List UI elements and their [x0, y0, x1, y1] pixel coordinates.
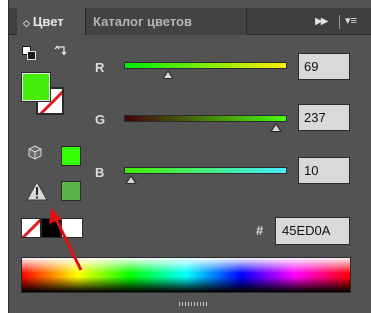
tab-color-label: Цвет — [32, 14, 64, 29]
r-value-field[interactable]: 69 — [298, 53, 350, 80]
g-slider-track[interactable] — [124, 115, 287, 122]
r-slider-thumb[interactable] — [162, 70, 174, 79]
channel-label-r: R — [95, 60, 105, 75]
channel-label-b: B — [95, 165, 105, 180]
websafe-cube-icon — [28, 145, 42, 160]
hex-label: # — [256, 223, 264, 238]
tab-color-guide[interactable]: Каталог цветов — [93, 8, 243, 35]
channel-label-g: G — [95, 112, 106, 127]
tab-color[interactable]: ◇ Цвет — [17, 8, 86, 35]
tab-bar: ◇ Цвет Каталог цветов ▶▶ ▾≡ — [9, 8, 371, 35]
hex-value-field[interactable]: 45ED0A — [275, 217, 350, 245]
color-panel: ◇Цвет Каталог цветов ▶▶ ▾≡ R 69 G 237 B — [8, 0, 371, 313]
tab-color-guide-label: Каталог цветов — [93, 14, 192, 29]
panel-menu-icon[interactable]: ▾≡ — [345, 8, 357, 35]
g-slider-thumb[interactable] — [269, 123, 282, 132]
collapse-arrows-icon[interactable]: ▶▶ — [315, 8, 328, 35]
out-of-gamut-warning-icon — [26, 181, 48, 201]
black-color-swatch[interactable] — [41, 218, 61, 238]
white-color-swatch[interactable] — [61, 218, 83, 238]
fill-color-swatch[interactable] — [22, 73, 50, 101]
websafe-color-swatch[interactable] — [61, 146, 81, 166]
tab-separator — [339, 15, 340, 29]
b-slider-thumb[interactable] — [124, 175, 137, 184]
g-value-field[interactable]: 237 — [298, 104, 350, 131]
color-spectrum[interactable] — [21, 257, 351, 293]
tab-arrows-icon: ◇ — [23, 18, 30, 28]
in-gamut-color-swatch[interactable] — [61, 181, 81, 201]
default-colors-icon[interactable] — [22, 46, 36, 60]
swap-icon[interactable] — [54, 45, 68, 59]
r-slider-track[interactable] — [124, 62, 287, 69]
resize-grip[interactable] — [179, 302, 209, 306]
none-color-swatch[interactable] — [21, 218, 41, 238]
b-value-field[interactable]: 10 — [298, 157, 350, 184]
b-slider-track[interactable] — [124, 167, 287, 174]
